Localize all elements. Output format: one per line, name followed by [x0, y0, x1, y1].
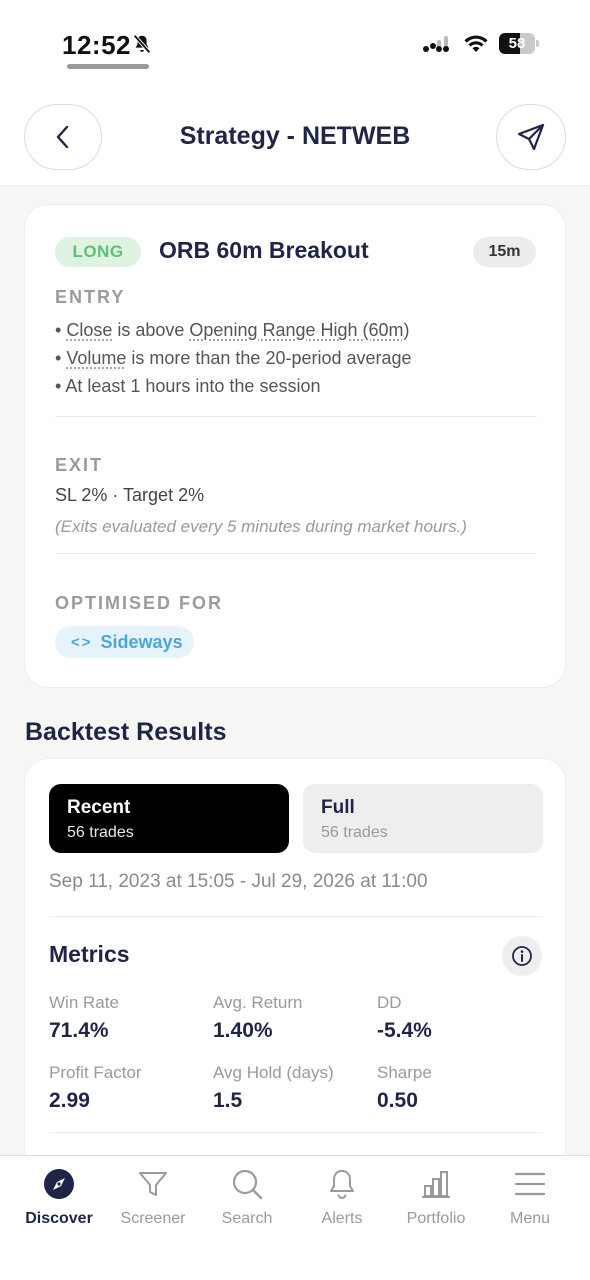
entry-rule: • At least 1 hours into the session — [55, 376, 321, 396]
rule-term[interactable]: Volume — [66, 348, 126, 368]
entry-rule: • Volume is more than the 20-period aver… — [55, 348, 412, 368]
date-range: Sep 11, 2023 at 15:05 - Jul 29, 2026 at … — [49, 871, 428, 892]
tab-full[interactable]: Full 56 trades — [303, 784, 543, 853]
bar-chart-icon — [422, 1171, 450, 1198]
tab-label: Full — [321, 797, 355, 818]
divider — [55, 553, 537, 554]
exit-label: EXIT — [55, 455, 104, 475]
nav-screener[interactable]: Screener — [105, 1166, 201, 1236]
wifi-icon — [464, 35, 488, 52]
battery-level: 58 — [508, 35, 526, 52]
nav-discover[interactable]: Discover — [11, 1166, 107, 1236]
strategy-name: ORB 60m Breakout — [159, 237, 369, 263]
bell-icon — [330, 1170, 354, 1199]
strategy-card: LONG ORB 60m Breakout 15m ENTRY • Close … — [24, 204, 566, 688]
nav-alerts[interactable]: Alerts — [294, 1166, 390, 1236]
backtest-title: Backtest Results — [25, 718, 227, 746]
divider — [55, 416, 537, 417]
filter-icon — [139, 1172, 167, 1196]
timeframe-badge: 15m — [473, 237, 536, 267]
tab-trade-count: 56 trades — [67, 824, 134, 841]
top-header: Strategy - NETWEB — [0, 86, 590, 186]
tab-label: Recent — [67, 797, 131, 818]
rule-term[interactable]: Opening Range High (60m) — [189, 320, 409, 340]
exit-rules: SL 2% · Target 2% — [55, 485, 205, 505]
nav-search[interactable]: Search — [199, 1166, 295, 1236]
compass-icon — [44, 1169, 74, 1199]
status-time: 12:52 — [62, 30, 131, 60]
direction-badge: LONG — [55, 237, 141, 267]
nav-menu[interactable]: Menu — [482, 1166, 578, 1236]
regime-chip: <> Sideways — [55, 626, 194, 658]
optimised-for-label: OPTIMISED FOR — [55, 593, 224, 613]
exit-note: (Exits evaluated every 5 minutes during … — [55, 517, 467, 536]
entry-label: ENTRY — [55, 287, 126, 307]
screen-recording-pill — [67, 64, 149, 69]
metric-sharpe: Sharpe 0.50 — [377, 1063, 432, 1112]
share-button[interactable] — [496, 104, 566, 170]
menu-icon — [514, 1172, 546, 1196]
search-icon — [232, 1169, 263, 1200]
cellular-signal-icon — [423, 36, 449, 52]
divider — [49, 1132, 543, 1133]
code-brackets-icon: <> — [71, 633, 93, 651]
status-bar: 12:52 58 — [0, 0, 590, 86]
entry-rule: • Close is above Opening Range High (60m… — [55, 320, 410, 340]
info-icon — [512, 946, 532, 966]
bell-muted-icon — [133, 34, 151, 54]
tab-trade-count: 56 trades — [321, 824, 388, 841]
metric-avg-hold: Avg Hold (days) 1.5 — [213, 1063, 334, 1112]
metric-avg-return: Avg. Return 1.40% — [213, 993, 303, 1042]
battery-indicator: 58 — [499, 33, 539, 54]
send-icon — [517, 123, 545, 151]
tab-recent[interactable]: Recent 56 trades — [49, 784, 289, 853]
bottom-nav: Discover Screener Search Alerts Portfoli… — [0, 1155, 590, 1280]
metrics-title: Metrics — [49, 941, 130, 967]
regime-label: Sideways — [100, 631, 183, 652]
divider — [49, 916, 543, 917]
info-button[interactable] — [502, 936, 542, 976]
nav-portfolio[interactable]: Portfolio — [388, 1166, 484, 1236]
metric-profit-factor: Profit Factor 2.99 — [49, 1063, 142, 1112]
backtest-card: Recent 56 trades Full 56 trades Sep 11, … — [24, 758, 566, 1218]
rule-term[interactable]: Close — [66, 320, 112, 340]
metric-drawdown: DD -5.4% — [377, 993, 432, 1042]
metric-win-rate: Win Rate 71.4% — [49, 993, 119, 1042]
